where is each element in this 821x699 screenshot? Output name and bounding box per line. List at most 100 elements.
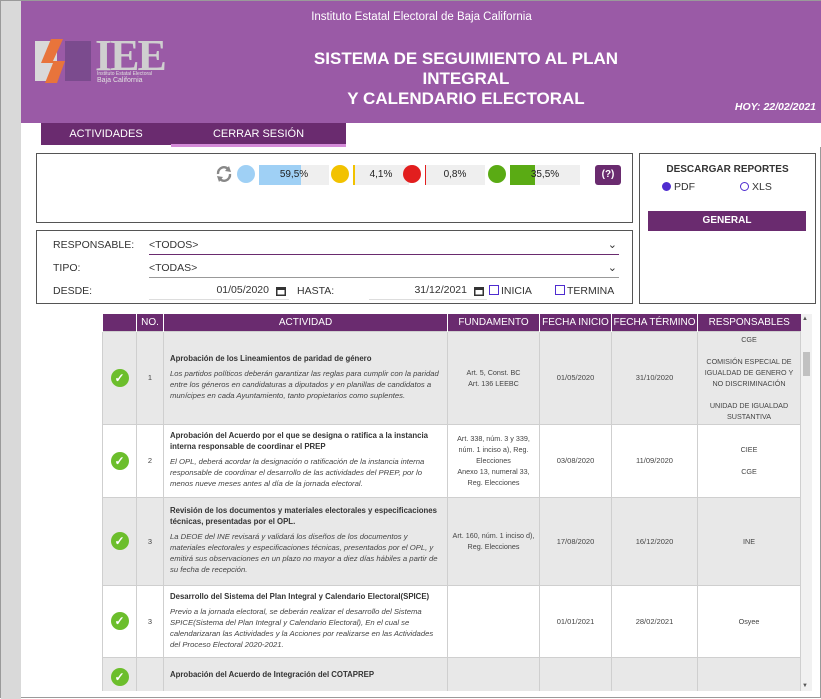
status-cell: ✓ <box>103 657 137 691</box>
pdf-radio[interactable]: PDF <box>662 181 695 193</box>
table-row[interactable]: ✓2Aprobación del Acuerdo por el que se d… <box>103 424 801 497</box>
row-number <box>137 657 164 691</box>
column-header[interactable]: FECHA TÉRMINO <box>612 314 698 331</box>
column-header[interactable]: ACTIVIDAD <box>164 314 448 331</box>
responsables-cell <box>698 657 801 691</box>
end-date-cell <box>612 657 698 691</box>
xls-radio[interactable]: XLS <box>740 181 772 193</box>
tab-activities[interactable]: ACTIVIDADES <box>41 123 171 147</box>
red-alert-icon <box>403 165 421 183</box>
radio-selected-icon[interactable] <box>662 182 671 191</box>
calendar-icon[interactable] <box>275 285 287 297</box>
column-header[interactable]: FECHA INICIO <box>540 314 612 331</box>
stat-value: 4,1% <box>353 165 409 185</box>
hasta-label: HASTA: <box>297 285 334 297</box>
reports-panel: DESCARGAR REPORTES PDF XLS GENERAL <box>639 153 816 304</box>
check-icon: ✓ <box>111 452 129 470</box>
status-cell: ✓ <box>103 424 137 497</box>
radio-empty-icon[interactable] <box>740 182 749 191</box>
institution-name: Instituto Estatal Electoral de Baja Cali… <box>21 11 821 23</box>
activity-cell: Desarrollo del Sistema del Plan Integral… <box>164 585 448 657</box>
chevron-down-icon: ⌄ <box>608 261 617 274</box>
end-date-cell: 16/12/2020 <box>612 497 698 585</box>
page-title-line1: SISTEMA DE SEGUIMIENTO AL PLAN INTEGRAL <box>271 49 661 89</box>
table-row[interactable]: ✓1Aprobación de los Lineamientos de pari… <box>103 331 801 424</box>
calendar-icon[interactable] <box>473 285 485 297</box>
activity-description: Previo a la jornada electoral, se deberá… <box>164 604 447 656</box>
column-header[interactable]: RESPONSABLES <box>698 314 801 331</box>
check-icon: ✓ <box>111 612 129 630</box>
help-button[interactable]: (?) <box>595 165 621 185</box>
responsables-cell: CIEE CGE <box>698 424 801 497</box>
column-header[interactable]: NO. <box>137 314 164 331</box>
responsables-cell: Osyee <box>698 585 801 657</box>
stat-progress-bar: 59,5% <box>259 165 329 185</box>
inicia-checkbox[interactable]: INICIA <box>489 285 532 297</box>
stat-value: 35,5% <box>510 165 580 185</box>
fundamento-cell <box>448 657 540 691</box>
row-number: 3 <box>137 497 164 585</box>
general-report-button[interactable]: GENERAL <box>648 211 806 231</box>
termina-checkbox[interactable]: TERMINA <box>555 285 614 297</box>
activity-cell: Aprobación de los Lineamientos de parida… <box>164 331 448 424</box>
column-header[interactable] <box>103 314 137 331</box>
activities-table: NO.ACTIVIDADFUNDAMENTOFECHA INICIOFECHA … <box>102 314 801 691</box>
nav-bar: ACTIVIDADES CERRAR SESIÓN <box>21 123 821 147</box>
table-row[interactable]: ✓ Aprobación del Acuerdo de Integración d… <box>103 657 801 691</box>
status-cell: ✓ <box>103 331 137 424</box>
start-date-cell <box>540 657 612 691</box>
stat-value: 59,5% <box>259 165 329 185</box>
xls-label: XLS <box>752 181 772 193</box>
inicia-label: INICIA <box>501 285 532 297</box>
desde-label: DESDE: <box>53 285 92 297</box>
fundamento-cell: Art. 160, núm. 1 inciso d), Reg. Eleccio… <box>448 497 540 585</box>
green-check-icon <box>488 165 506 183</box>
table-scrollbar[interactable]: ▲ ▼ <box>801 314 812 691</box>
stat-progress-bar: 35,5% <box>510 165 580 185</box>
checkbox-box[interactable] <box>555 285 565 295</box>
blue-clock-icon <box>237 165 255 183</box>
fundamento-cell <box>448 585 540 657</box>
hasta-value: 31/12/2021 <box>414 284 467 296</box>
activity-description: Los partidos políticos deberán garantiza… <box>164 366 447 407</box>
activity-cell: Revisión de los documentos y materiales … <box>164 497 448 585</box>
tipo-value: <TODAS> <box>149 262 197 274</box>
activity-description: La DEOE del INE revisará y validará los … <box>164 529 447 581</box>
logo-graphic-icon <box>35 37 93 85</box>
activity-title: Aprobación del Acuerdo de Integración de… <box>164 665 447 682</box>
desde-date-input[interactable]: 01/05/2020 <box>149 284 289 300</box>
hasta-date-input[interactable]: 31/12/2021 <box>369 284 487 300</box>
stats-panel: 59,5%4,1%0,8%35,5% (?) <box>36 153 633 223</box>
checkbox-box[interactable] <box>489 285 499 295</box>
responsable-select[interactable]: <TODOS> ⌄ <box>149 239 619 255</box>
tipo-label: TIPO: <box>53 262 80 274</box>
activity-title: Revisión de los documentos y materiales … <box>164 501 447 529</box>
fundamento-cell: Art. 5, Const. BC Art. 136 LEEBC <box>448 331 540 424</box>
row-number: 3 <box>137 585 164 657</box>
activity-title: Desarrollo del Sistema del Plan Integral… <box>164 587 447 604</box>
logout-tab[interactable]: CERRAR SESIÓN <box>171 123 346 147</box>
table-row[interactable]: ✓3Revisión de los documentos y materiale… <box>103 497 801 585</box>
end-date-cell: 11/09/2020 <box>612 424 698 497</box>
tipo-select[interactable]: <TODAS> ⌄ <box>149 262 619 278</box>
activities-table-container: NO.ACTIVIDADFUNDAMENTOFECHA INICIOFECHA … <box>102 314 812 691</box>
pdf-label: PDF <box>674 181 695 193</box>
start-date-cell: 17/08/2020 <box>540 497 612 585</box>
table-row[interactable]: ✓ 3Desarrollo del Sistema del Plan Integr… <box>103 585 801 657</box>
scroll-down-icon[interactable]: ▼ <box>802 683 808 689</box>
termina-label: TERMINA <box>567 285 614 297</box>
end-date-cell: 28/02/2021 <box>612 585 698 657</box>
scroll-thumb[interactable] <box>803 352 810 376</box>
left-gutter <box>1 1 21 699</box>
scroll-up-icon[interactable]: ▲ <box>802 316 808 322</box>
stat-progress-bar: 4,1% <box>353 165 409 185</box>
today-date: HOY: 22/02/2021 <box>735 101 816 113</box>
status-cell: ✓ <box>103 585 137 657</box>
fundamento-cell: Art. 338, núm. 3 y 339, núm. 1 inciso a)… <box>448 424 540 497</box>
status-cell: ✓ <box>103 497 137 585</box>
reports-title: DESCARGAR REPORTES <box>640 164 815 175</box>
refresh-icon[interactable] <box>215 165 233 183</box>
filters-panel: RESPONSABLE: <TODOS> ⌄ TIPO: <TODAS> ⌄ D… <box>36 230 633 304</box>
table-body: ✓1Aprobación de los Lineamientos de pari… <box>103 331 801 691</box>
column-header[interactable]: FUNDAMENTO <box>448 314 540 331</box>
